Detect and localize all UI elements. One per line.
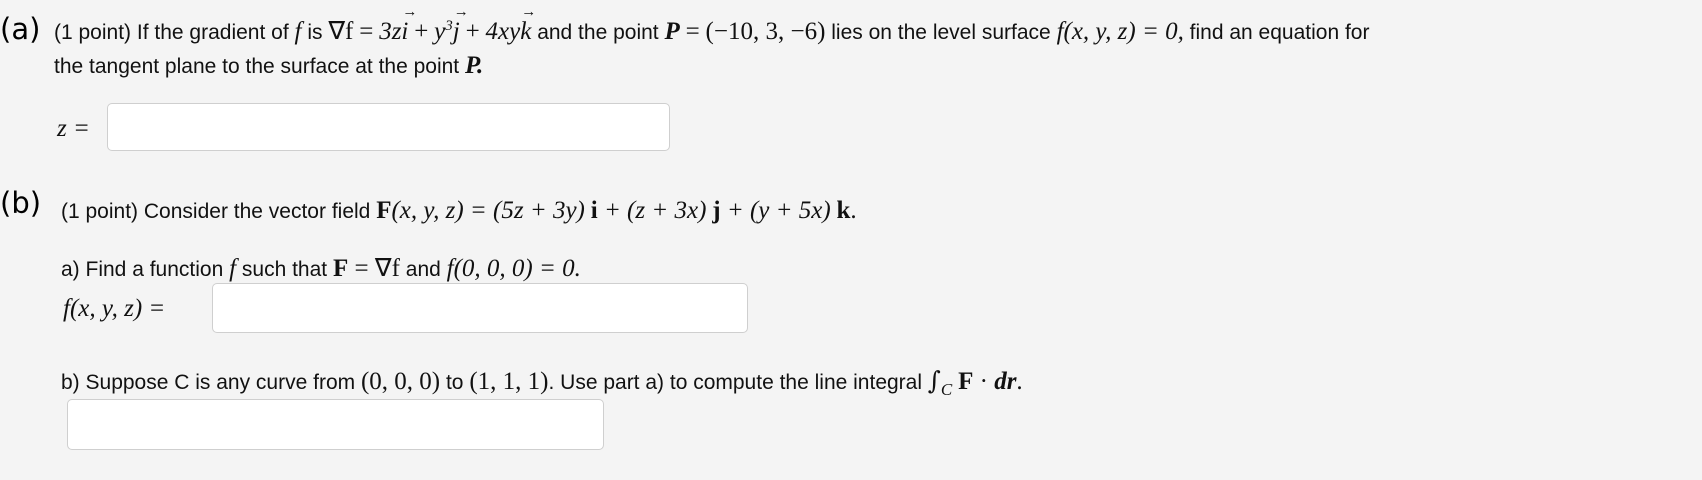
line-integral-answer-input[interactable] xyxy=(67,399,604,450)
part-b-question: (1 point) Consider the vector field F(x,… xyxy=(61,197,857,224)
z-equals-label: z = xyxy=(57,115,90,142)
points-label: (1 point) xyxy=(54,21,132,44)
points-label: (1 point) xyxy=(61,200,139,223)
part-b-label: (b) xyxy=(0,186,42,220)
part-a-question-line1: (1 point) If the gradient of f is ∇f = 3… xyxy=(54,5,1369,44)
part-a-question-line2: the tangent plane to the surface at the … xyxy=(54,52,484,79)
f-equals-label: f(x, y, z) = xyxy=(63,295,166,322)
tangent-plane-answer-input[interactable] xyxy=(107,103,670,151)
subquestion-a: a) Find a function f such that F = ∇f an… xyxy=(61,255,581,282)
part-a-label: (a) xyxy=(0,12,41,46)
subquestion-b: b) Suppose C is any curve from (0, 0, 0)… xyxy=(61,366,1023,399)
potential-function-answer-input[interactable] xyxy=(212,283,748,333)
